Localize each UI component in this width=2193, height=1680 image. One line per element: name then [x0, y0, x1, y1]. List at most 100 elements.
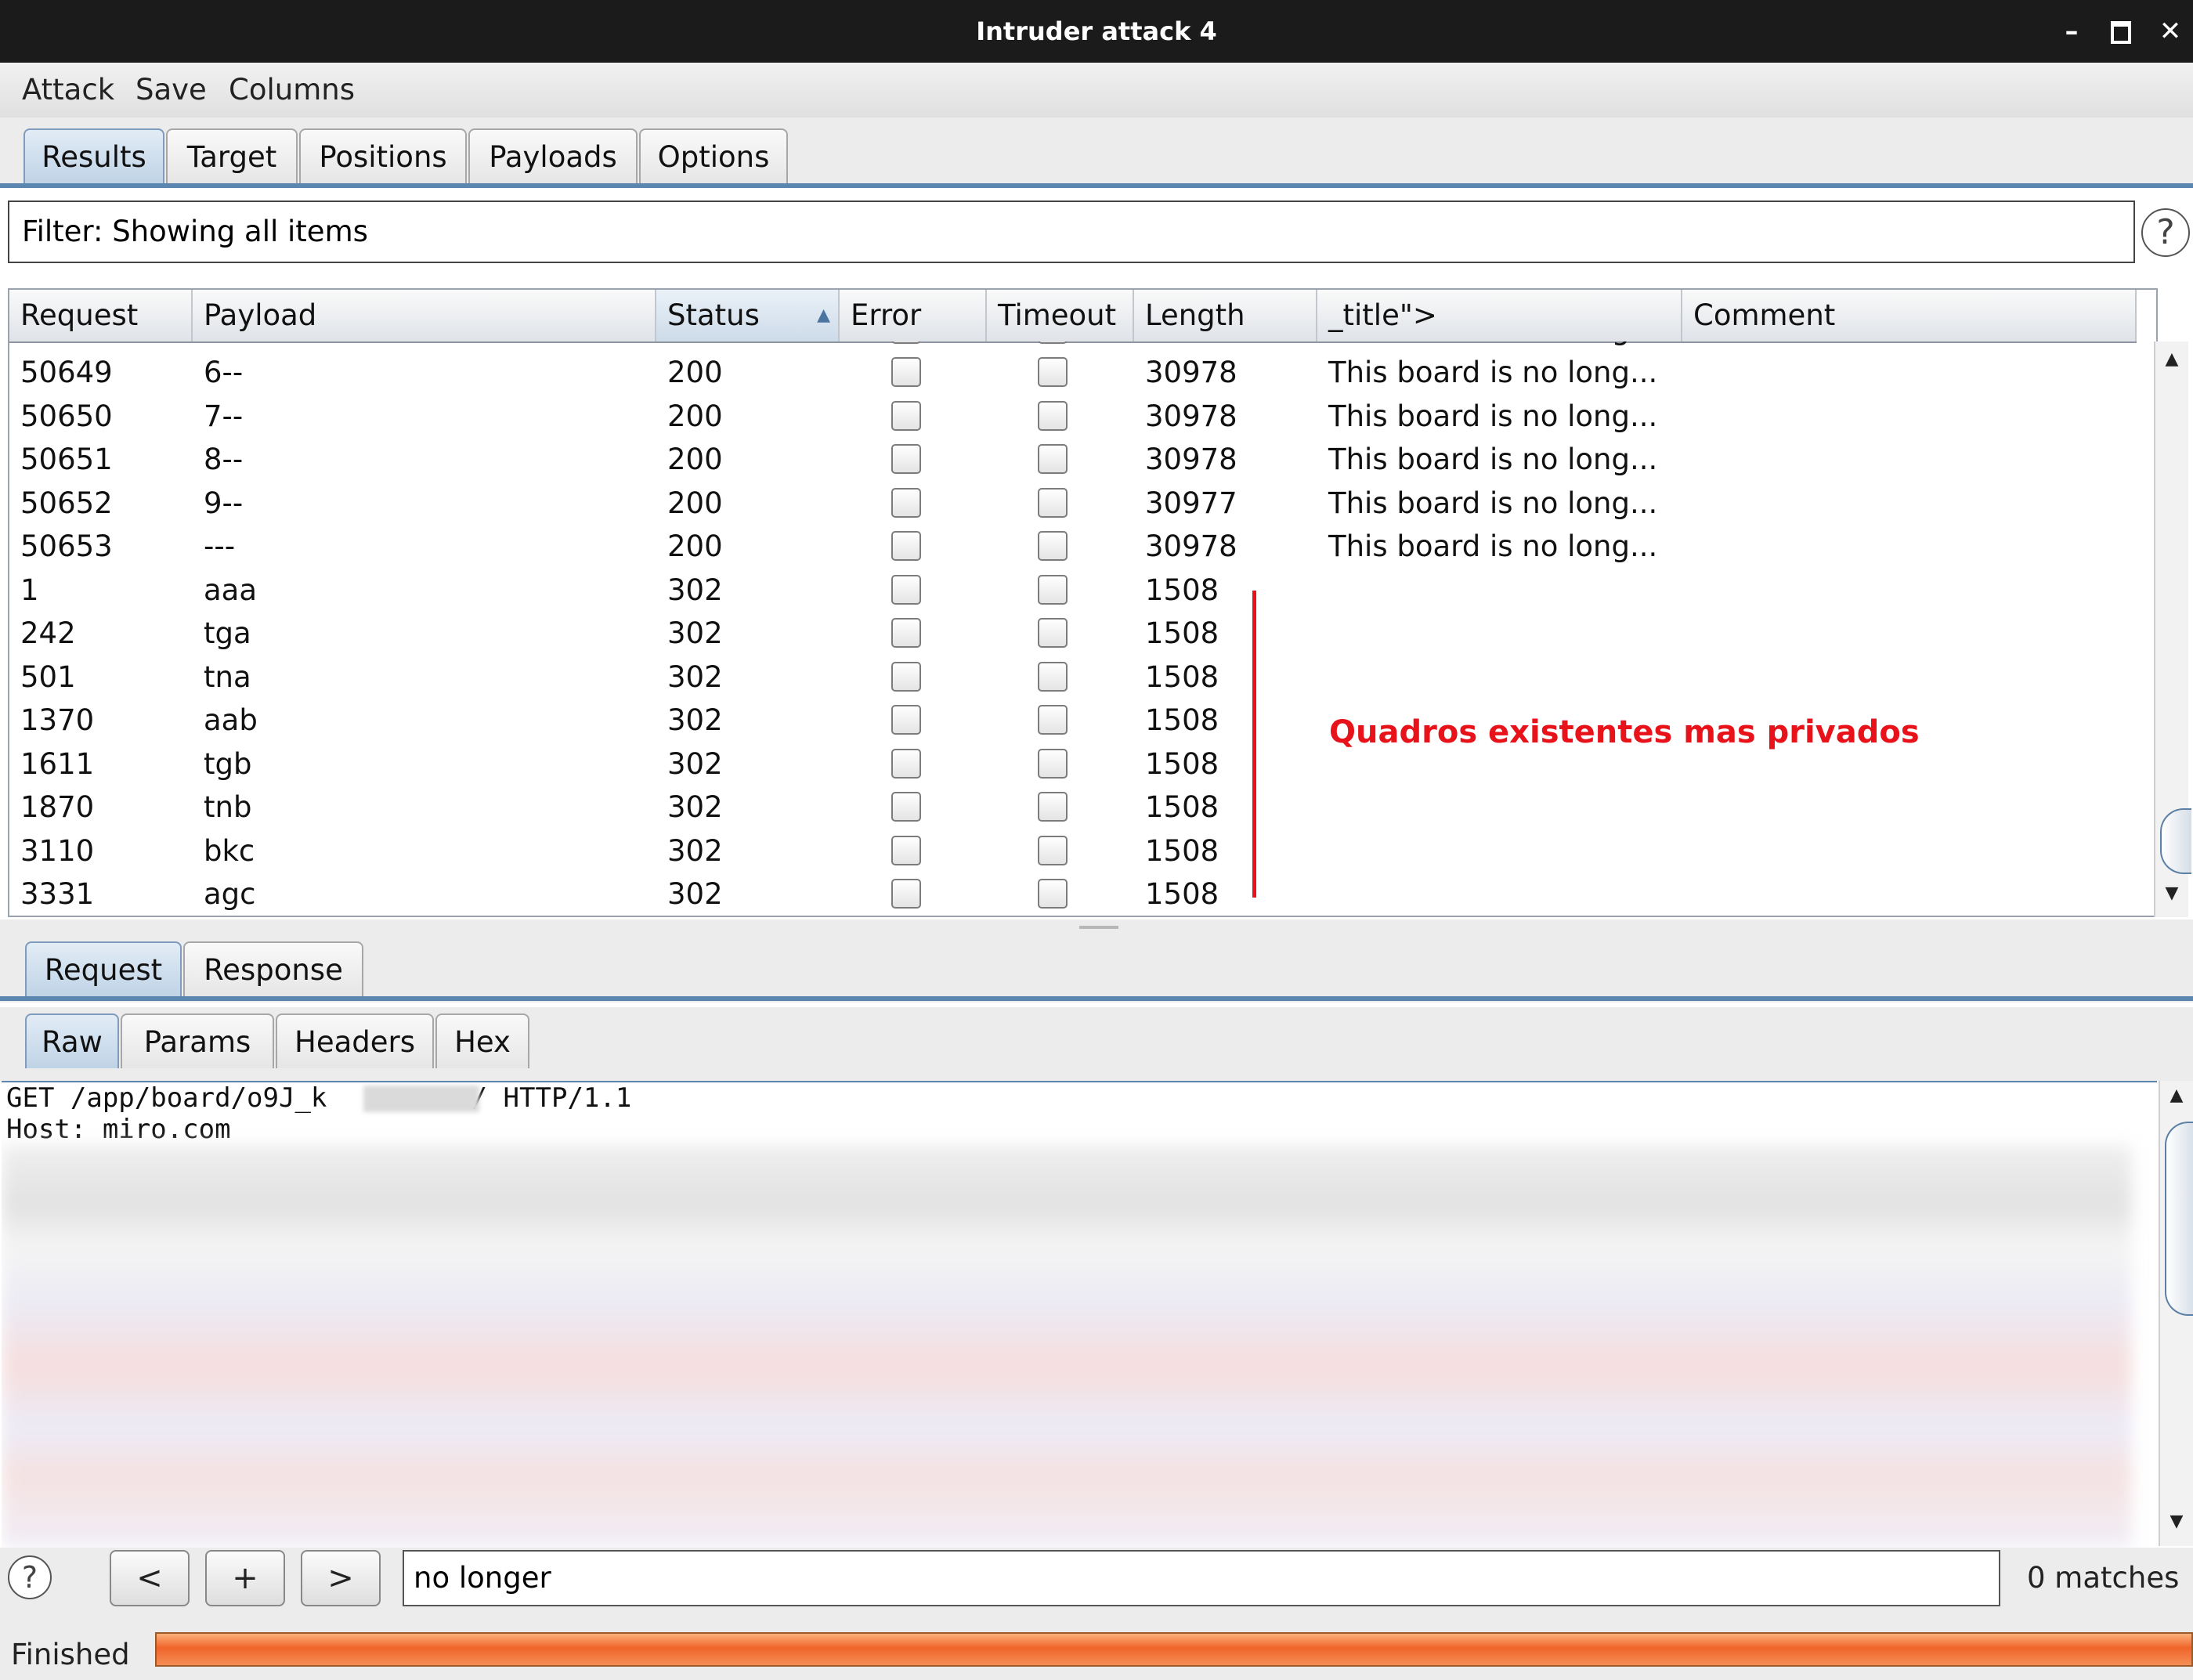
error-checkbox[interactable]	[891, 835, 921, 865]
cell-title	[1317, 873, 1693, 916]
scroll-up-icon[interactable]: ▲	[2155, 349, 2188, 369]
error-checkbox[interactable]	[891, 341, 921, 344]
search-next-button[interactable]: >	[301, 1550, 381, 1606]
cell-request: 3331	[20, 877, 95, 911]
minimize-icon[interactable]: –	[2052, 0, 2091, 63]
table-row[interactable]: 50653 --- 200 30978 This board is no long...	[9, 525, 2137, 569]
table-row[interactable]: 50652 9-- 200 30977 This board is no long...	[9, 482, 2137, 526]
menu-attack[interactable]: Attack	[22, 63, 114, 117]
editor-scroll-thumb[interactable]	[2165, 1122, 2193, 1316]
timeout-checkbox[interactable]	[1038, 531, 1068, 561]
error-checkbox[interactable]	[891, 879, 921, 909]
search-help-icon[interactable]: ?	[8, 1555, 52, 1599]
timeout-checkbox[interactable]	[1038, 574, 1068, 605]
splitter-grip[interactable]	[1079, 926, 1118, 929]
editor-scroll-down-icon[interactable]: ▼	[2160, 1512, 2193, 1531]
editor-scrollbar[interactable]: ▲ ▼	[2159, 1081, 2193, 1546]
error-checkbox[interactable]	[891, 661, 921, 692]
cell-title: This board is no long...	[1328, 486, 1658, 520]
table-row[interactable]: 501 tna 302 1508	[9, 656, 2137, 699]
menu-columns[interactable]: Columns	[229, 63, 355, 117]
cell-request: 1370	[20, 703, 95, 737]
error-checkbox[interactable]	[891, 618, 921, 648]
timeout-checkbox[interactable]	[1038, 792, 1068, 822]
cell-request: 1870	[20, 790, 95, 824]
host-line: Host: miro.com	[6, 1114, 231, 1145]
tab-hex[interactable]: Hex	[435, 1013, 529, 1068]
timeout-checkbox[interactable]	[1038, 618, 1068, 648]
timeout-checkbox[interactable]	[1038, 879, 1068, 909]
table-scroll-thumb[interactable]	[2160, 808, 2191, 874]
tab-positions[interactable]: Positions	[299, 128, 467, 183]
table-row[interactable]: 3110 bkc 302 1508	[9, 829, 2137, 873]
table-row[interactable]: 1870 tnb 302 1508	[9, 786, 2137, 829]
error-checkbox[interactable]	[891, 444, 921, 474]
cell-comment	[1682, 438, 2137, 482]
tab-options[interactable]: Options	[639, 128, 788, 183]
menu-bar: Attack Save Columns	[0, 63, 2193, 118]
col-payload[interactable]: Payload	[193, 290, 656, 341]
cell-length: 30978	[1134, 341, 1328, 352]
cell-status: 302	[667, 746, 723, 781]
timeout-checkbox[interactable]	[1038, 400, 1068, 431]
cell-payload: 8--	[204, 443, 244, 476]
table-row[interactable]: 50649 6-- 200 30978 This board is no long...	[9, 351, 2137, 395]
annotation-text: Quadros existentes mas privados	[1329, 714, 1920, 750]
tab-target[interactable]: Target	[166, 128, 298, 183]
error-checkbox[interactable]	[891, 574, 921, 605]
timeout-checkbox[interactable]	[1038, 487, 1068, 518]
error-checkbox[interactable]	[891, 487, 921, 518]
tab-request[interactable]: Request	[25, 941, 182, 996]
tab-headers[interactable]: Headers	[276, 1013, 434, 1068]
error-checkbox[interactable]	[891, 531, 921, 561]
tab-response[interactable]: Response	[183, 941, 363, 996]
timeout-checkbox[interactable]	[1038, 705, 1068, 735]
tab-results[interactable]: Results	[23, 128, 164, 183]
error-checkbox[interactable]	[891, 792, 921, 822]
table-row[interactable]: 50651 8-- 200 30978 This board is no long...	[9, 438, 2137, 482]
filter-bar[interactable]: Filter: Showing all items	[8, 201, 2135, 263]
col-error[interactable]: Error	[840, 290, 987, 341]
tab-params[interactable]: Params	[121, 1013, 274, 1068]
error-checkbox[interactable]	[891, 705, 921, 735]
col-status[interactable]: Status ▲	[656, 290, 840, 341]
search-prev-button[interactable]: <	[110, 1550, 190, 1606]
col-length[interactable]: Length	[1134, 290, 1317, 341]
cell-title	[1317, 829, 1693, 873]
table-scrollbar[interactable]: ▲ ▼	[2154, 341, 2191, 917]
cell-title: This board is no long...	[1328, 399, 1658, 433]
table-row[interactable]: 3331 agc 302 1508	[9, 873, 2137, 916]
col-timeout[interactable]: Timeout	[987, 290, 1134, 341]
table-row-partial[interactable]: 506485--200 30978This board is no long...	[9, 341, 2137, 352]
search-add-button[interactable]: +	[205, 1550, 285, 1606]
col-comment[interactable]: Comment	[1682, 290, 2137, 341]
error-checkbox[interactable]	[891, 357, 921, 387]
timeout-checkbox[interactable]	[1038, 748, 1068, 779]
table-body: 506485--20030978This board is no long...…	[9, 341, 2137, 916]
search-input[interactable]: no longer	[403, 1550, 2000, 1606]
close-icon[interactable]: ✕	[2151, 0, 2190, 63]
col-title[interactable]: _title">	[1317, 290, 1682, 341]
tab-raw[interactable]: Raw	[25, 1013, 119, 1068]
table-row[interactable]: 1 aaa 302 1508	[9, 569, 2137, 612]
editor-scroll-up-icon[interactable]: ▲	[2160, 1086, 2193, 1105]
menu-save[interactable]: Save	[135, 63, 207, 117]
error-checkbox[interactable]	[891, 400, 921, 431]
cell-title: This board is no long...	[1328, 529, 1658, 563]
timeout-checkbox[interactable]	[1038, 341, 1068, 344]
col-request[interactable]: Request	[9, 290, 193, 341]
timeout-checkbox[interactable]	[1038, 661, 1068, 692]
scroll-down-icon[interactable]: ▼	[2155, 883, 2188, 903]
maximize-icon[interactable]	[2101, 0, 2141, 63]
cell-title	[1317, 786, 1693, 829]
timeout-checkbox[interactable]	[1038, 444, 1068, 474]
timeout-checkbox[interactable]	[1038, 835, 1068, 865]
timeout-checkbox[interactable]	[1038, 357, 1068, 387]
tab-payloads[interactable]: Payloads	[468, 128, 638, 183]
error-checkbox[interactable]	[891, 748, 921, 779]
table-row[interactable]: 242 tga 302 1508	[9, 612, 2137, 656]
table-row[interactable]: 50650 7-- 200 30978 This board is no long...	[9, 395, 2137, 439]
request-editor[interactable]: GET /app/board/o9J_k =/ HTTP/1.1 Host: m…	[2, 1081, 2157, 1548]
cell-payload: ---	[204, 529, 236, 563]
filter-help-icon[interactable]: ?	[2141, 208, 2190, 257]
